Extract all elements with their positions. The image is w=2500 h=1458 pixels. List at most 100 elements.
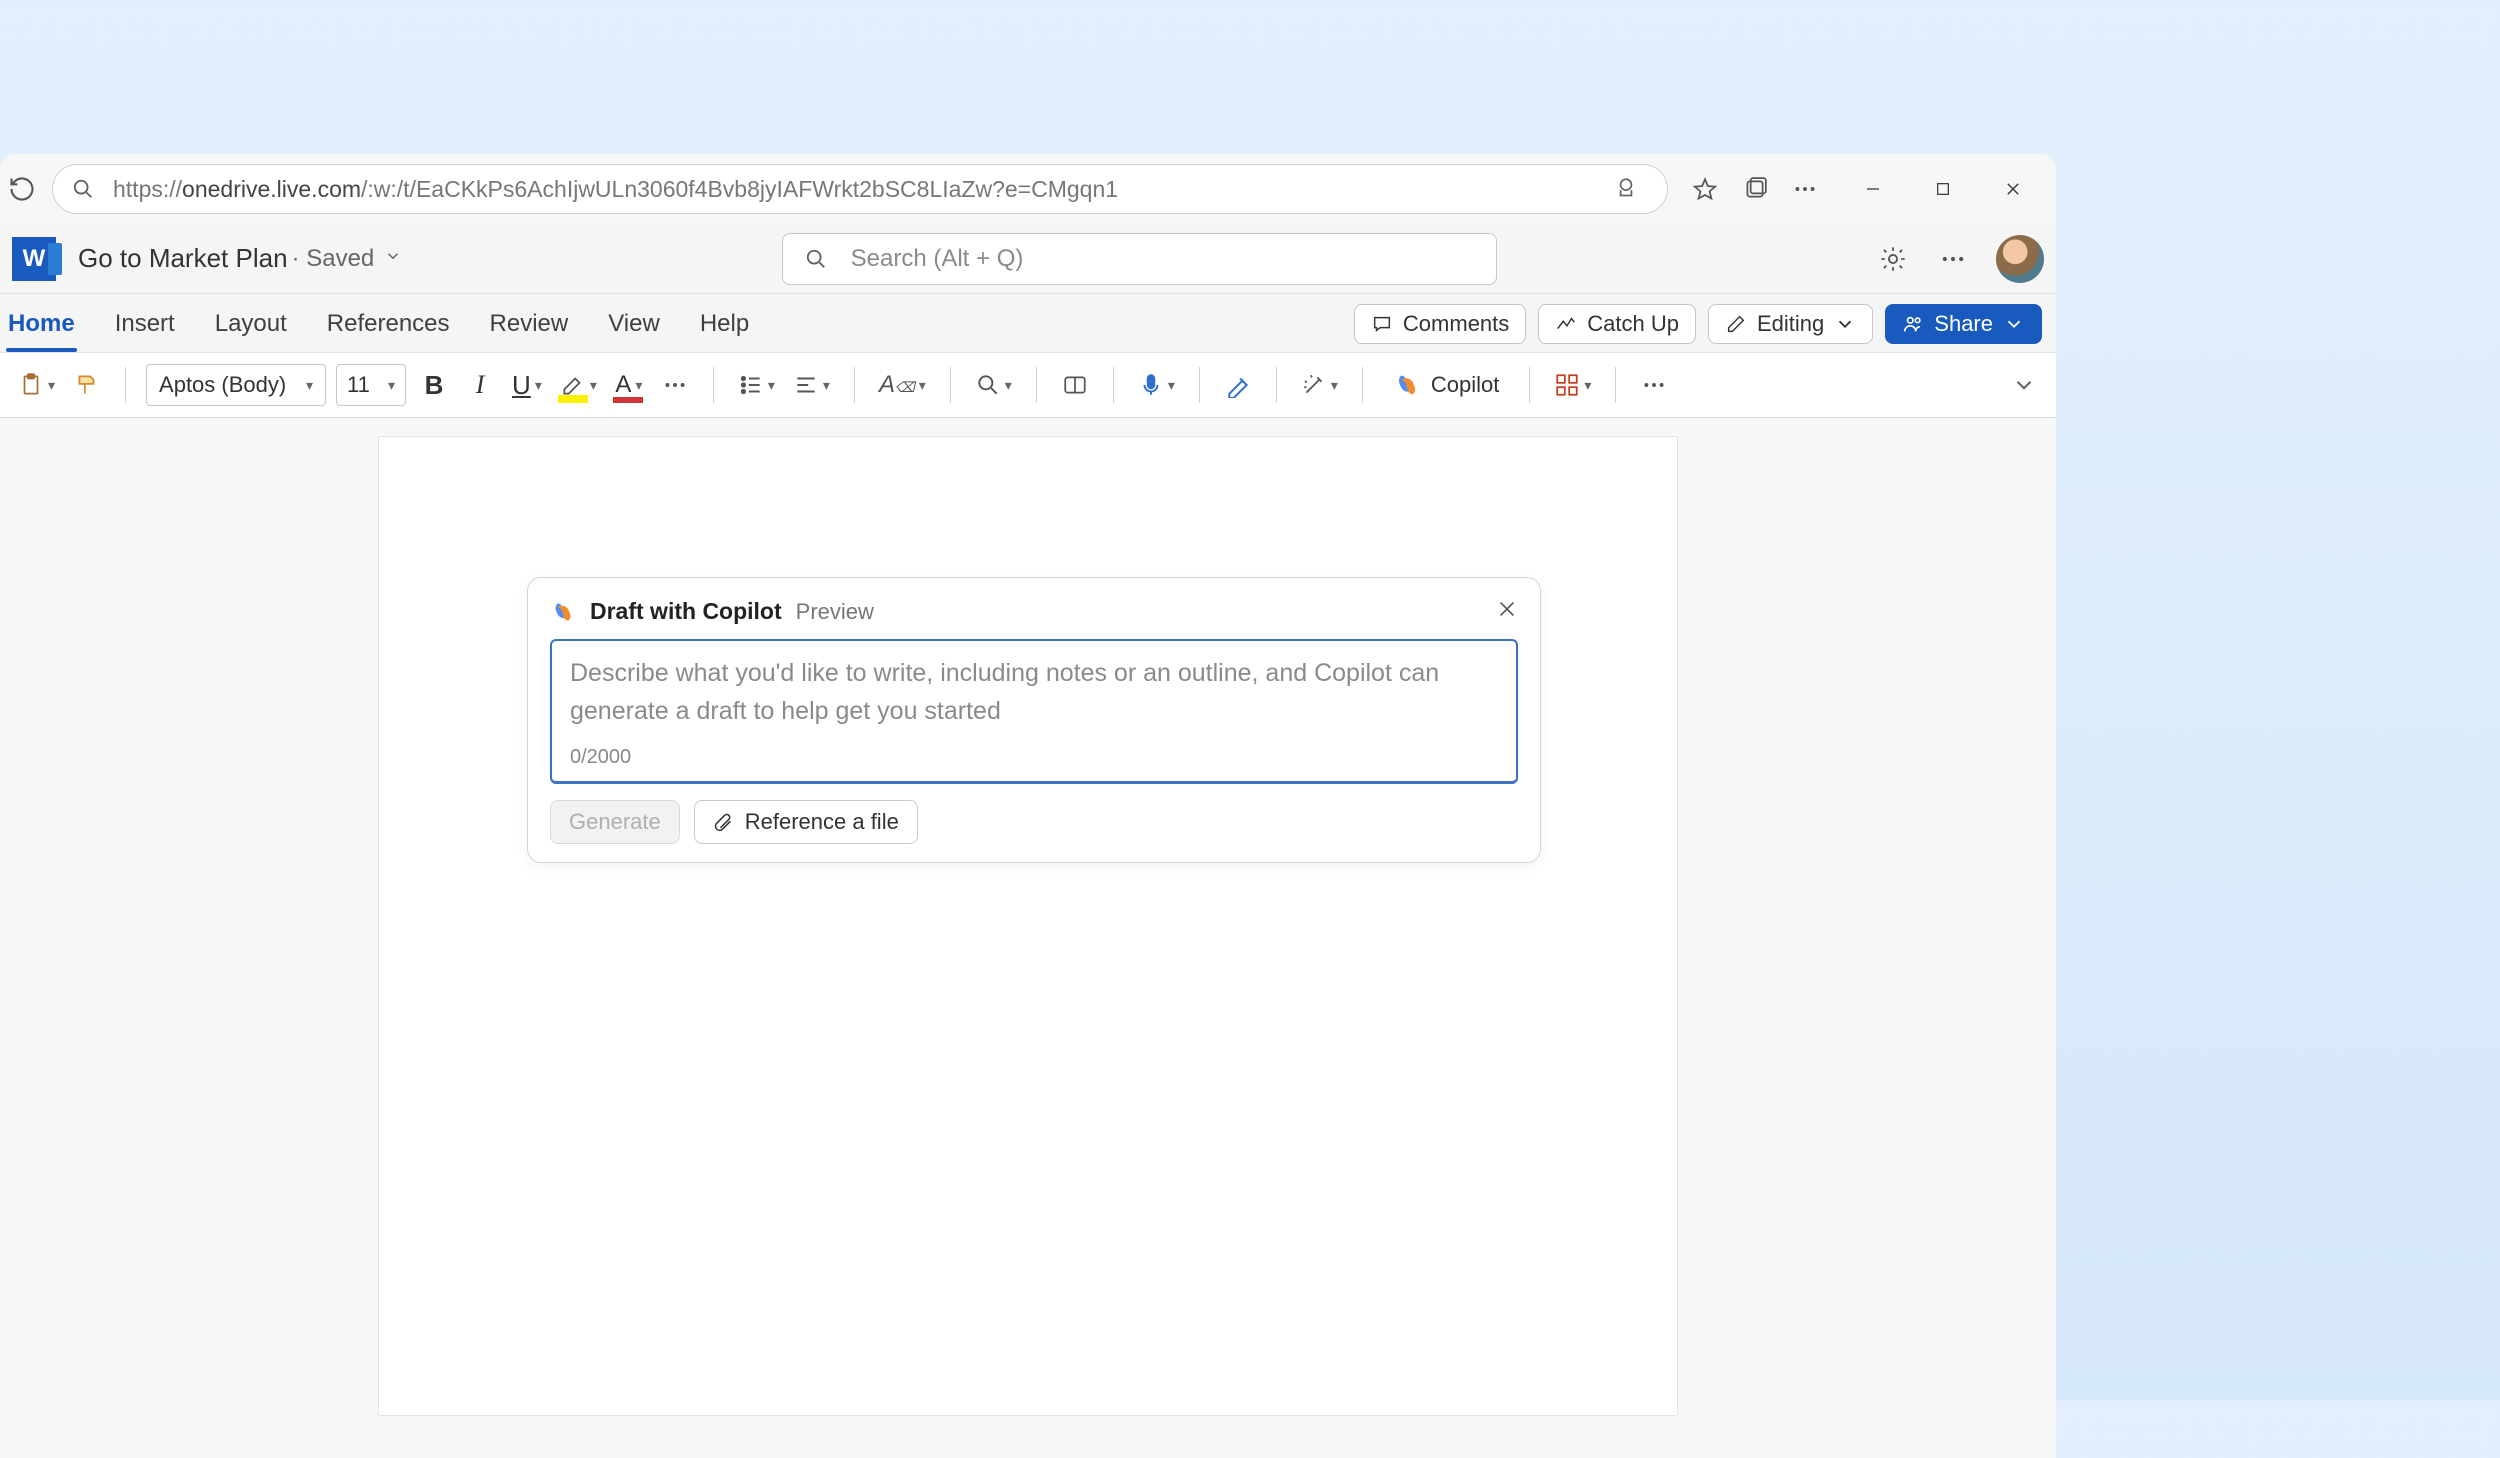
gear-icon [1879,245,1907,273]
generate-button[interactable]: Generate [550,800,680,844]
font-more-button[interactable] [657,365,693,405]
maximize-button[interactable] [1908,164,1978,214]
editing-label: Editing [1757,311,1824,337]
header-right-controls [1876,235,2044,283]
toolbar-separator [1036,367,1037,403]
tab-review[interactable]: Review [486,300,573,352]
align-button[interactable]: ▾ [789,365,834,405]
chevron-down-icon: ▾ [388,377,395,394]
more-icon [1641,372,1667,398]
title-chevron-icon[interactable] [384,247,402,270]
user-avatar[interactable] [1996,235,2044,283]
window-controls [1838,164,2048,214]
draft-actions: Generate Reference a file [550,800,1518,844]
paste-icon [18,372,44,398]
add-ins-button[interactable]: ▾ [1550,365,1595,405]
browser-more-icon[interactable] [1780,164,1830,214]
font-size-value: 11 [347,372,370,398]
document-page[interactable]: Draft with Copilot Preview Describe what… [378,436,1678,1416]
minimize-button[interactable] [1838,164,1908,214]
tab-references[interactable]: References [323,300,454,352]
catch-up-label: Catch Up [1587,311,1679,337]
copilot-icon [550,599,576,625]
dictate-button[interactable]: ▾ [1134,365,1179,405]
underline-button[interactable]: U ▾ [508,365,546,405]
tab-home[interactable]: Home [4,300,79,352]
chevron-down-icon [2003,313,2025,335]
editor-icon [1225,372,1251,398]
url-path: /:w:/t/EaCKkPs6AchIjwULn3060f4Bvb8jyIAFW… [361,176,1118,202]
font-color-swatch [613,397,643,403]
reader-icon [1062,372,1088,398]
document-title[interactable]: Go to Market Plan [78,243,288,274]
share-icon [1902,313,1924,335]
app-more-button[interactable] [1936,242,1970,276]
chevron-down-icon: ▾ [635,377,642,394]
reference-file-button[interactable]: Reference a file [694,800,918,844]
toolbar-more-button[interactable] [1636,365,1672,405]
chevron-down-icon [1834,313,1856,335]
bullets-button[interactable]: ▾ [734,365,779,405]
tab-insert[interactable]: Insert [111,300,179,352]
search-icon [803,246,829,272]
search-box[interactable]: Search (Alt + Q) [782,233,1497,285]
ribbon-action-buttons: Comments Catch Up Editing Share [1354,304,2052,352]
url-prefix: https:// [113,176,182,202]
tab-layout[interactable]: Layout [211,300,291,352]
editor-button[interactable] [1220,365,1256,405]
preview-badge: Preview [796,599,874,625]
draft-prompt-input[interactable]: Describe what you'd like to write, inclu… [550,639,1518,784]
toolbar-separator [1113,367,1114,403]
word-logo[interactable]: W [12,237,56,281]
address-bar[interactable]: https://onedrive.live.com/:w:/t/EaCKkPs6… [52,164,1668,214]
paste-button[interactable]: ▾ [14,365,59,405]
favorite-icon[interactable] [1680,164,1730,214]
underline-icon: U [512,370,531,401]
clear-formatting-button[interactable]: A⌫ ▾ [875,365,930,405]
reload-icon [8,175,36,203]
copilot-label: Copilot [1431,372,1499,398]
character-count: 0/2000 [570,746,1498,769]
collections-icon[interactable] [1730,164,1780,214]
search-placeholder: Search (Alt + Q) [851,245,1024,273]
format-painter-button[interactable] [69,365,105,405]
browser-address-row: https://onedrive.live.com/:w:/t/EaCKkPs6… [0,154,2056,224]
copilot-button[interactable]: Copilot [1383,371,1509,399]
collapse-ribbon-button[interactable] [2006,365,2042,405]
save-status: · Saved [292,245,375,273]
close-button[interactable] [1978,164,2048,214]
word-app: W Go to Market Plan · Saved Search (Alt … [0,224,2056,1458]
tab-view[interactable]: View [604,300,664,352]
font-size-select[interactable]: 11 ▾ [336,364,406,406]
toolbar-separator [713,367,714,403]
chevron-down-icon: ▾ [1168,377,1175,394]
find-button[interactable]: ▾ [971,365,1016,405]
tab-help[interactable]: Help [696,300,753,352]
draft-panel-title: Draft with Copilot [590,598,782,625]
browser-window: https://onedrive.live.com/:w:/t/EaCKkPs6… [0,154,2056,1458]
chevron-down-icon: ▾ [1005,377,1012,394]
chevron-down-icon: ▾ [306,377,313,394]
highlight-color-button[interactable]: ▾ [556,365,601,405]
catch-up-icon [1555,313,1577,335]
close-panel-button[interactable] [1496,598,1518,625]
more-icon [662,372,688,398]
settings-button[interactable] [1876,242,1910,276]
editing-mode-button[interactable]: Editing [1708,304,1873,344]
designer-button[interactable]: ▾ [1297,365,1342,405]
immersive-reader-button[interactable] [1057,365,1093,405]
tracking-prevention-icon[interactable] [1601,164,1651,214]
attachment-icon [713,812,733,832]
share-button[interactable]: Share [1885,304,2042,344]
catch-up-button[interactable]: Catch Up [1538,304,1696,344]
comments-label: Comments [1403,311,1509,337]
bold-button[interactable]: B [416,365,452,405]
font-color-button[interactable]: A ▾ [611,365,647,405]
comments-button[interactable]: Comments [1354,304,1526,344]
document-canvas[interactable]: Draft with Copilot Preview Describe what… [0,418,2056,1458]
toolbar-separator [854,367,855,403]
reload-button[interactable] [2,169,42,209]
chevron-down-icon: ▾ [768,377,775,394]
italic-button[interactable]: I [462,365,498,405]
font-name-select[interactable]: Aptos (Body) ▾ [146,364,326,406]
